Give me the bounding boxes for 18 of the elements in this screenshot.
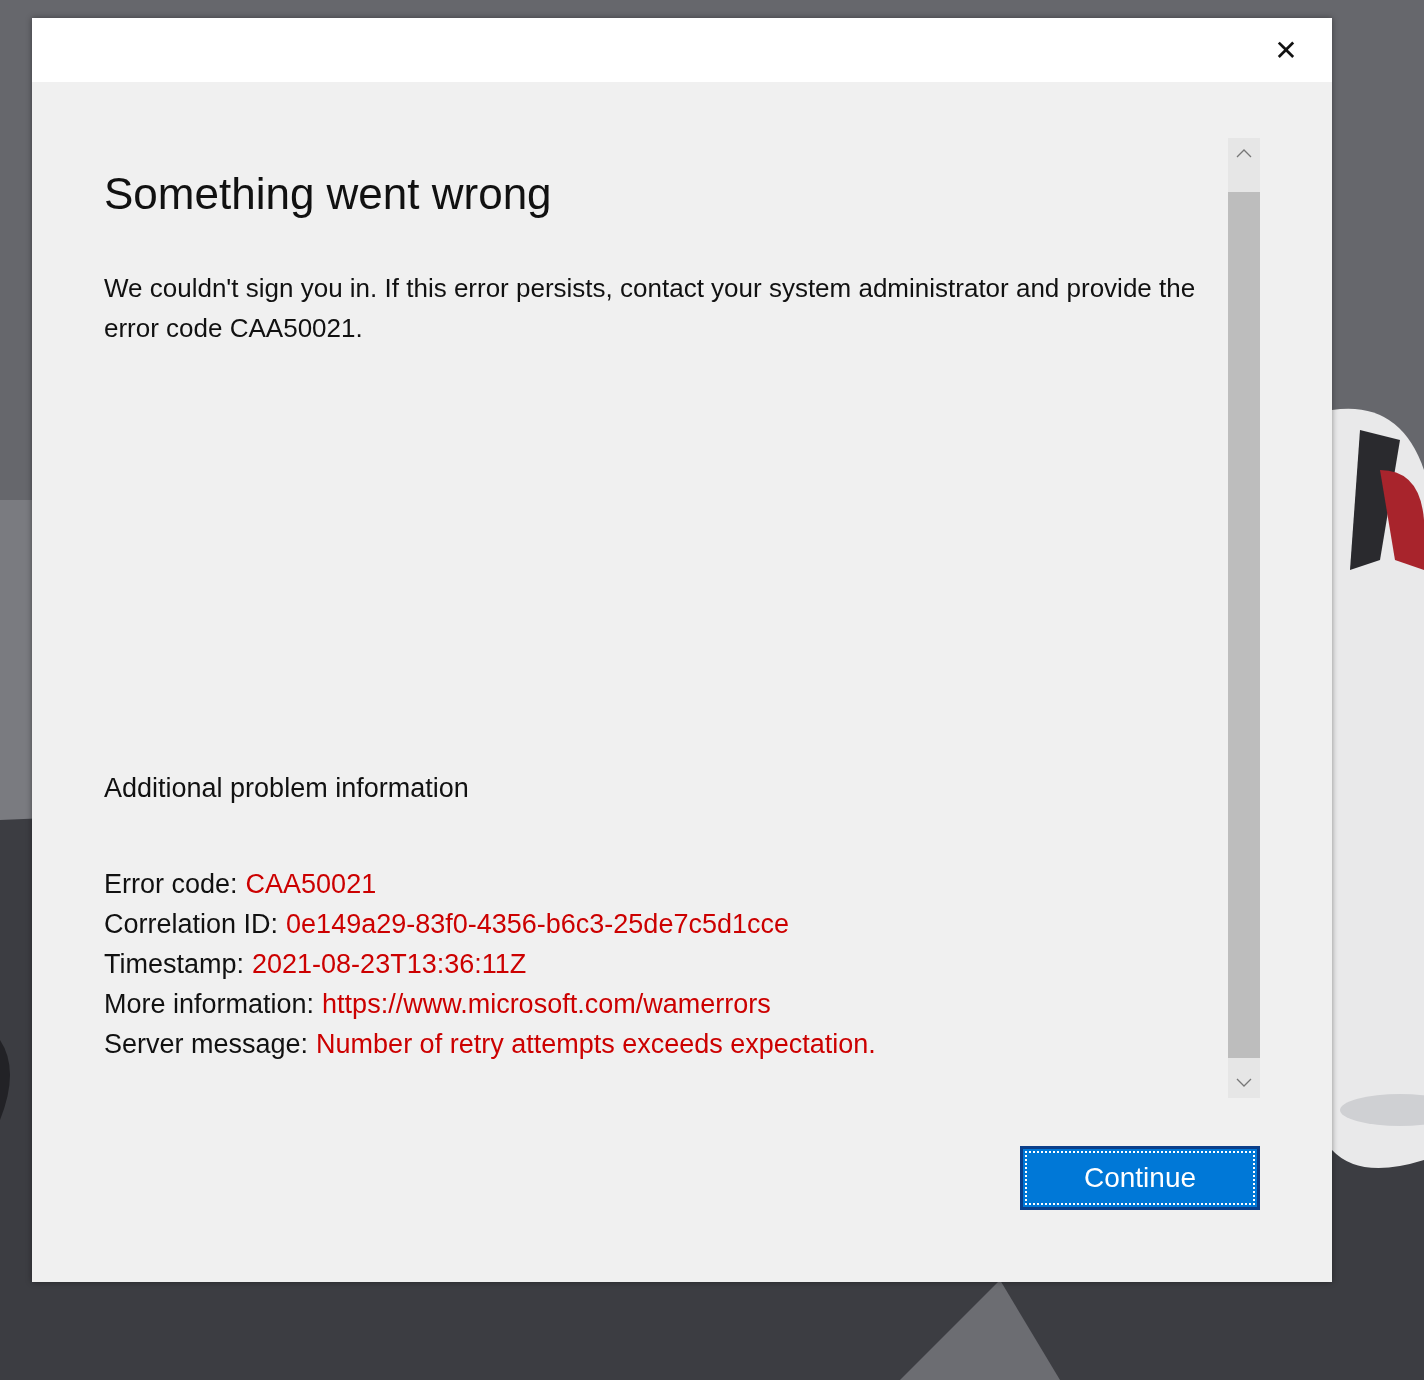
- detail-value: 0e149a29-83f0-4356-b6c3-25de7c5d1cce: [286, 908, 789, 941]
- continue-button[interactable]: Continue: [1020, 1146, 1260, 1210]
- detail-value: CAA50021: [245, 868, 377, 901]
- close-button[interactable]: ✕: [1266, 30, 1306, 70]
- dialog-heading: Something went wrong: [104, 168, 553, 220]
- detail-value: https://www.microsoft.com/wamerrors: [322, 988, 771, 1021]
- scrollbar[interactable]: [1228, 138, 1260, 1098]
- detail-label: Server message:: [104, 1028, 309, 1061]
- detail-value: 2021-08-23T13:36:11Z: [252, 948, 527, 981]
- detail-label: Error code:: [104, 868, 238, 901]
- scroll-up-icon[interactable]: [1236, 148, 1252, 158]
- scroll-down-icon[interactable]: [1236, 1078, 1252, 1088]
- detail-label: Correlation ID:: [104, 908, 279, 941]
- error-message: We couldn't sign you in. If this error persists, contact your system administrator and provide the error code CAA50021.: [104, 272, 1197, 345]
- detail-label: Timestamp:: [104, 948, 245, 981]
- detail-value: Number of retry attempts exceeds expectation.: [316, 1028, 876, 1061]
- detail-label: More information:: [104, 988, 315, 1021]
- details-heading: Additional problem information: [104, 772, 470, 805]
